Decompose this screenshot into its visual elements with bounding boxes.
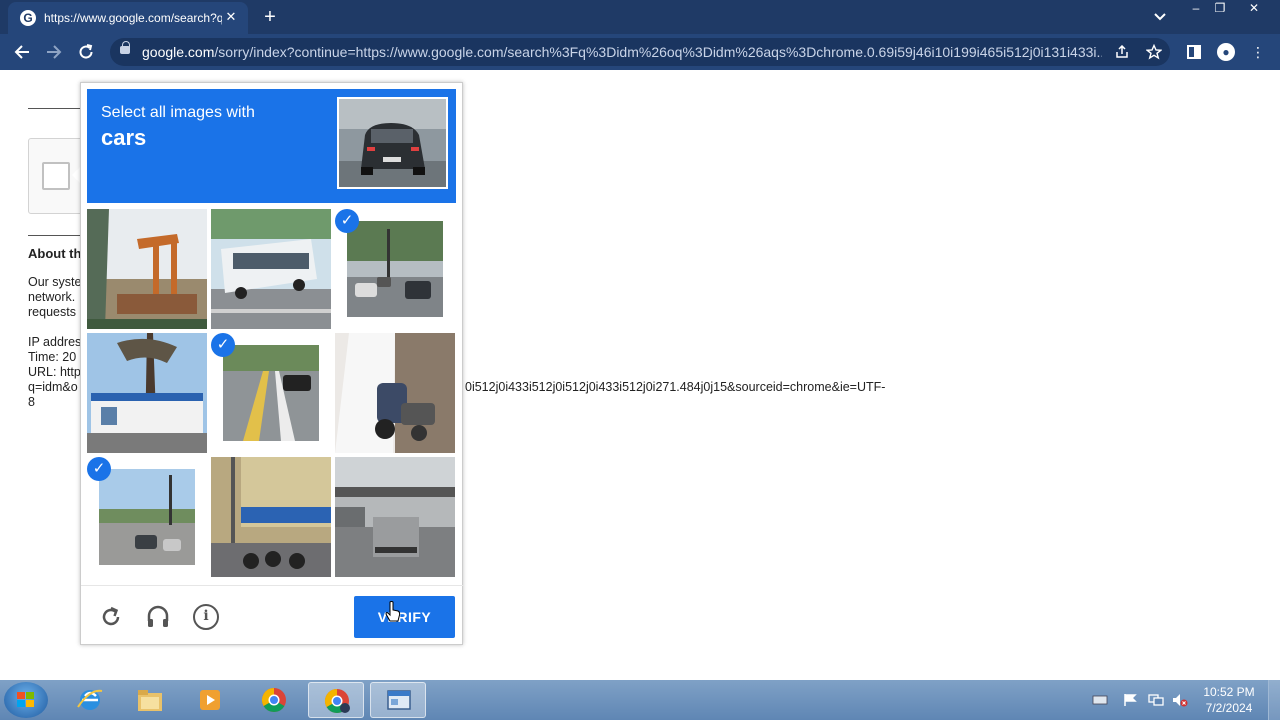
captcha-tile-truck[interactable] — [335, 457, 455, 577]
hand-cursor-icon — [385, 601, 401, 622]
chrome-profile-icon — [324, 689, 350, 714]
page-text-line: 8 — [28, 395, 35, 409]
page-text-line: q=idm&o — [28, 380, 78, 394]
lock-icon — [120, 41, 130, 54]
internet-explorer-icon — [77, 689, 103, 710]
divider — [28, 235, 83, 236]
captcha-tile-street-cars[interactable]: ✓ — [335, 209, 455, 329]
tab-search-button[interactable] — [1150, 8, 1170, 26]
challenge-footer: i VERIFY — [81, 585, 464, 645]
prompt-instruction: Select all images with — [101, 104, 255, 121]
page-text-line: network. — [28, 290, 76, 304]
page-text-line: IP addres — [28, 335, 82, 349]
google-favicon-icon: G — [20, 10, 36, 26]
windows-logo-icon — [17, 692, 35, 708]
start-button[interactable] — [4, 682, 48, 718]
tab-close-icon[interactable]: ✕ — [222, 8, 240, 26]
side-panel-icon — [1187, 45, 1201, 59]
tile-image — [211, 457, 331, 577]
tab-bar: G https://www.google.com/search?q=idm ✕ … — [0, 0, 1280, 34]
recaptcha-challenge-popup: Select all images with cars ✓ ✓ ✓ i VERI… — [80, 82, 464, 645]
image-grid: ✓ ✓ ✓ — [87, 209, 456, 578]
prompt-target: cars — [101, 125, 147, 150]
close-window-button[interactable]: ✕ — [1240, 0, 1268, 18]
captcha-tile-gas-station[interactable] — [87, 333, 207, 453]
captcha-tile-motorbikes[interactable] — [211, 457, 331, 577]
page-text-line: Time: 20 — [28, 350, 77, 364]
tile-image — [211, 209, 331, 329]
chrome-icon — [261, 688, 286, 713]
taskbar-media-player[interactable] — [182, 682, 238, 718]
chevron-down-icon — [1154, 13, 1166, 21]
audio-challenge-icon[interactable] — [145, 604, 171, 630]
url-text: google.com/sorry/index?continue=https://… — [142, 44, 1102, 60]
page-text-line: Our syste — [28, 275, 82, 289]
profile-avatar-icon[interactable]: ● — [1217, 43, 1235, 61]
reload-challenge-icon[interactable] — [98, 604, 124, 630]
sample-car-image — [337, 97, 448, 189]
arrow-left-icon — [14, 45, 29, 59]
taskbar-chrome[interactable] — [246, 682, 302, 718]
clock-time: 10:52 PM — [1203, 685, 1255, 699]
network-icon[interactable] — [1148, 693, 1164, 707]
page-url-tail: 0i512j0i433i512j0i512j0i433i512j0i271.48… — [465, 380, 886, 394]
address-bar[interactable]: google.com/sorry/index?continue=https://… — [110, 38, 1170, 66]
keyboard-icon[interactable] — [1092, 693, 1108, 707]
tile-image — [87, 333, 207, 453]
captcha-tile-road-car[interactable]: ✓ — [211, 333, 331, 453]
back-button[interactable] — [10, 40, 34, 64]
verify-button[interactable]: VERIFY — [354, 596, 455, 638]
captcha-tile-scooter[interactable] — [335, 333, 455, 453]
reload-button[interactable] — [74, 40, 98, 64]
new-tab-button[interactable]: + — [259, 6, 281, 28]
divider — [28, 108, 83, 109]
selected-check-icon: ✓ — [211, 333, 235, 357]
action-center-flag-icon[interactable] — [1122, 693, 1138, 707]
windows-taskbar: 10:52 PM 7/2/2024 — [0, 680, 1280, 720]
selected-check-icon: ✓ — [87, 457, 111, 481]
about-heading: About th — [28, 246, 82, 261]
restore-button[interactable]: ❐ — [1206, 0, 1234, 18]
info-icon[interactable]: i — [193, 604, 219, 630]
taskbar-internet-explorer[interactable] — [62, 682, 118, 718]
tile-image — [87, 209, 207, 329]
recaptcha-checkbox[interactable] — [42, 162, 70, 190]
selected-check-icon: ✓ — [335, 209, 359, 233]
tile-image — [335, 457, 455, 577]
captcha-tile-bus[interactable] — [211, 209, 331, 329]
clock-date: 7/2/2024 — [1205, 701, 1253, 715]
captcha-tile-crane[interactable] — [87, 209, 207, 329]
page-text-line: requests — [28, 305, 76, 319]
bookmark-star-icon[interactable] — [1144, 42, 1164, 62]
tab-title: https://www.google.com/search?q=idm — [44, 11, 222, 25]
forward-button[interactable] — [42, 40, 66, 64]
taskbar-chrome-profile[interactable] — [308, 682, 364, 718]
tile-image — [347, 221, 443, 317]
media-player-icon — [200, 690, 220, 710]
page-text-line: URL: http — [28, 365, 81, 379]
taskbar-remote-app[interactable] — [370, 682, 426, 718]
taskbar-file-explorer[interactable] — [122, 682, 178, 718]
arrow-right-icon — [47, 45, 62, 59]
menu-kebab-icon[interactable]: ⋮ — [1246, 40, 1270, 64]
tile-image — [99, 469, 195, 565]
tile-image — [335, 333, 455, 453]
share-icon[interactable] — [1112, 42, 1132, 62]
tile-image — [223, 345, 319, 441]
folder-icon — [138, 690, 162, 711]
show-desktop-button[interactable] — [1268, 680, 1280, 720]
window-app-icon — [387, 690, 411, 710]
captcha-tile-intersection[interactable]: ✓ — [87, 457, 207, 577]
volume-muted-icon[interactable] — [1172, 693, 1188, 707]
side-panel-button[interactable] — [1182, 40, 1206, 64]
browser-tab[interactable]: G https://www.google.com/search?q=idm ✕ — [8, 2, 248, 34]
browser-toolbar: google.com/sorry/index?continue=https://… — [0, 34, 1280, 70]
reload-icon — [79, 44, 93, 59]
challenge-prompt: Select all images with cars — [87, 89, 456, 203]
system-clock[interactable]: 10:52 PM 7/2/2024 — [1198, 684, 1260, 716]
